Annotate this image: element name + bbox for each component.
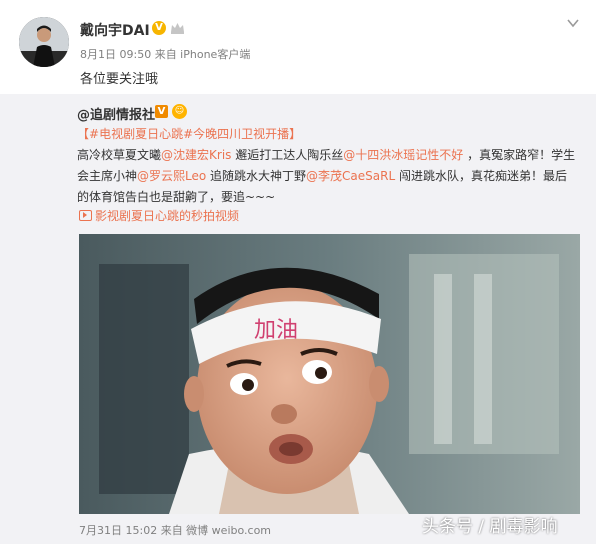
- text-segment: 高冷校草夏文曦: [77, 148, 162, 162]
- avatar-image: [19, 17, 69, 67]
- headline-suffix: 今晚四川卫视开播】: [193, 127, 302, 141]
- repost-box: @追剧情报社 V ☺ 【#电视剧夏日心跳#今晚四川卫视开播】 高冷校草夏文曦@沈…: [0, 94, 596, 544]
- repost-author[interactable]: @追剧情报社: [77, 104, 155, 123]
- post-meta: 8月1日 09:50 来自 iPhone客户端: [80, 48, 251, 61]
- repost-meta: 7月31日 15:02 来自 微博 weibo.com: [79, 524, 272, 537]
- mention-link[interactable]: @沈建宏Kris: [161, 148, 231, 162]
- username[interactable]: 戴向宇DAI: [80, 20, 150, 40]
- v-badge-icon: V: [155, 105, 168, 118]
- mention-link[interactable]: @李茂CaeSaRL: [306, 169, 395, 183]
- video-frame-image: 加油: [79, 234, 580, 514]
- watermark: 头条号 / 剧毒影响: [422, 517, 558, 537]
- chevron-down-icon[interactable]: [566, 16, 580, 30]
- text-segment: 追随跳水大神丁野: [206, 169, 307, 183]
- text-segment: 邂逅打工达人陶乐丝: [231, 148, 344, 162]
- verified-icon: V: [152, 21, 166, 35]
- repost-headline: 【#电视剧夏日心跳#今晚四川卫视开播】: [77, 124, 577, 145]
- headline-bracket: 【: [77, 127, 90, 141]
- video-icon: [79, 210, 92, 221]
- repost-body: 高冷校草夏文曦@沈建宏Kris 邂逅打工达人陶乐丝@十四洪冰瑶记性不好 ，真冤家…: [77, 145, 577, 208]
- video-link[interactable]: 影视剧夏日心跳的秒拍视频: [79, 207, 239, 224]
- mention-link[interactable]: @十四洪冰瑶记性不好: [343, 148, 463, 162]
- post-text: 各位要关注哦: [80, 72, 159, 87]
- vip-badge-icon: ☺: [172, 104, 187, 119]
- headband-text: 加油: [254, 318, 298, 343]
- hashtag-link[interactable]: #电视剧夏日心跳#: [89, 127, 193, 141]
- weibo-post: 戴向宇DAI V 8月1日 09:50 来自 iPhone客户端 各位要关注哦 …: [0, 0, 596, 544]
- mention-link[interactable]: @罗云熙Leo: [137, 169, 206, 183]
- video-thumbnail[interactable]: 加油: [79, 234, 580, 514]
- avatar[interactable]: [19, 17, 69, 67]
- crown-icon: [171, 23, 184, 34]
- video-link-label: 影视剧夏日心跳的秒拍视频: [95, 209, 240, 223]
- repost-text: 【#电视剧夏日心跳#今晚四川卫视开播】 高冷校草夏文曦@沈建宏Kris 邂逅打工…: [77, 124, 577, 208]
